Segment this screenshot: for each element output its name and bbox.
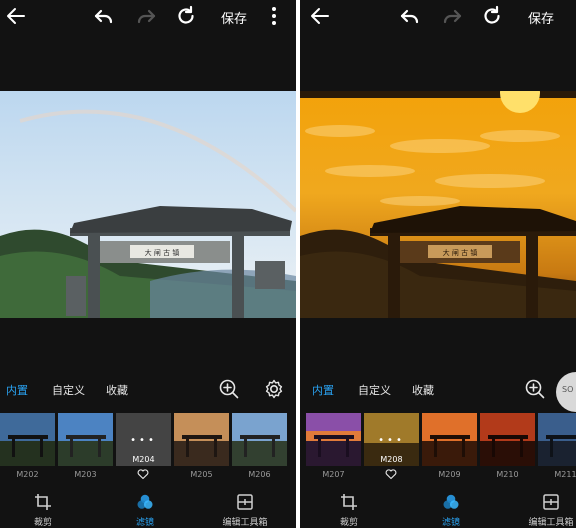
filter-thumb[interactable]	[0, 413, 55, 466]
filter-button[interactable]: 滤镜	[110, 491, 180, 528]
filter-label: 滤镜	[135, 518, 154, 528]
editor-screen-left: 保存 大 闸 古 镇 内置 自定义 收藏 M202 M203 ••• M204 …	[0, 0, 296, 528]
redo-icon[interactable]	[134, 4, 158, 28]
crop-label: 裁剪	[339, 518, 358, 528]
heart-icon[interactable]	[137, 468, 149, 480]
tab-custom[interactable]: 自定义	[358, 382, 391, 398]
filter-label: M211	[554, 470, 576, 479]
toolbox-icon	[237, 494, 253, 510]
gate-sign-text: 大 闸 古 镇	[443, 248, 478, 257]
crop-icon	[35, 494, 51, 510]
filter-label: M202	[16, 470, 39, 479]
undo-icon[interactable]	[398, 4, 422, 28]
save-button[interactable]: 保存	[528, 8, 554, 27]
filter-label: 滤镜	[441, 518, 460, 528]
toolbox-label: 编辑工具箱	[222, 518, 268, 528]
filter-options-dots[interactable]: •••	[364, 435, 419, 446]
reset-icon[interactable]	[480, 4, 504, 28]
editor-screen-right: 保存 大 闸 古 镇 内置 自定义 收藏 M207 ••• M208 M209 …	[300, 0, 576, 528]
top-toolbar: 保存	[300, 0, 576, 32]
gate-photo-filtered: 大 闸 古 镇	[300, 91, 576, 318]
crop-button[interactable]: 裁剪	[8, 491, 78, 528]
toolbox-button[interactable]: 编辑工具箱	[210, 491, 280, 528]
zoom-in-icon[interactable]	[524, 378, 546, 400]
bottom-navigation: 裁剪 滤镜 编辑工具箱	[0, 489, 296, 528]
filter-options-dots[interactable]: •••	[116, 435, 171, 446]
save-button[interactable]: 保存	[221, 8, 247, 27]
filter-tabs: 内置 自定义 收藏	[300, 378, 576, 400]
tab-builtin[interactable]: 内置	[6, 382, 28, 398]
redo-icon[interactable]	[440, 4, 464, 28]
filter-thumb[interactable]	[174, 413, 229, 466]
toolbox-button[interactable]: 编辑工具箱	[516, 491, 576, 528]
filter-thumb[interactable]	[422, 413, 477, 466]
filter-label: M209	[438, 470, 461, 479]
crop-icon	[341, 494, 357, 510]
photo-preview: 大 闸 古 镇	[300, 91, 576, 318]
filter-label: M208	[380, 455, 403, 464]
heart-icon[interactable]	[385, 468, 397, 480]
zoom-in-icon[interactable]	[218, 378, 240, 400]
reset-icon[interactable]	[174, 4, 198, 28]
filter-thumb[interactable]	[232, 413, 287, 466]
filter-icon	[443, 494, 459, 509]
filter-label: M210	[496, 470, 519, 479]
filter-label: M205	[190, 470, 213, 479]
crop-label: 裁剪	[33, 518, 52, 528]
filter-thumb-selected[interactable]: ••• M204	[116, 413, 171, 466]
more-vertical-icon[interactable]	[262, 4, 286, 28]
toolbox-label: 编辑工具箱	[528, 518, 574, 528]
photo-preview: 大 闸 古 镇	[0, 91, 296, 318]
gate-sign-text: 大 闸 古 镇	[145, 248, 180, 257]
filter-label: M207	[322, 470, 345, 479]
filter-thumb[interactable]	[538, 413, 576, 466]
crop-button[interactable]: 裁剪	[314, 491, 384, 528]
filter-icon	[137, 494, 153, 509]
tab-favorites[interactable]: 收藏	[412, 382, 434, 398]
undo-icon[interactable]	[92, 4, 116, 28]
tab-custom[interactable]: 自定义	[52, 382, 85, 398]
tab-builtin[interactable]: 内置	[312, 382, 334, 398]
bottom-navigation: 裁剪 滤镜 编辑工具箱	[300, 489, 576, 528]
gate-photo-original: 大 闸 古 镇	[0, 91, 296, 318]
top-toolbar: 保存	[0, 0, 296, 32]
filter-label: M204	[132, 455, 155, 464]
filter-thumb[interactable]	[58, 413, 113, 466]
filter-thumb-selected[interactable]: ••• M208	[364, 413, 419, 466]
filter-strip: M207 ••• M208 M209 M210 M211	[300, 409, 576, 484]
filter-label: M203	[74, 470, 97, 479]
filter-button[interactable]: 滤镜	[416, 491, 486, 528]
filter-thumb[interactable]	[480, 413, 535, 466]
toolbox-icon	[543, 494, 559, 510]
filter-thumb[interactable]	[306, 413, 361, 466]
filter-strip: M202 M203 ••• M204 M205 M206	[0, 409, 296, 484]
gear-icon[interactable]	[263, 378, 285, 400]
filter-label: M206	[248, 470, 271, 479]
filter-tabs: 内置 自定义 收藏	[0, 378, 296, 400]
watermark-text: SO	[562, 385, 574, 394]
arrow-left-icon[interactable]	[308, 4, 332, 28]
tab-favorites[interactable]: 收藏	[106, 382, 128, 398]
arrow-left-icon[interactable]	[4, 4, 28, 28]
